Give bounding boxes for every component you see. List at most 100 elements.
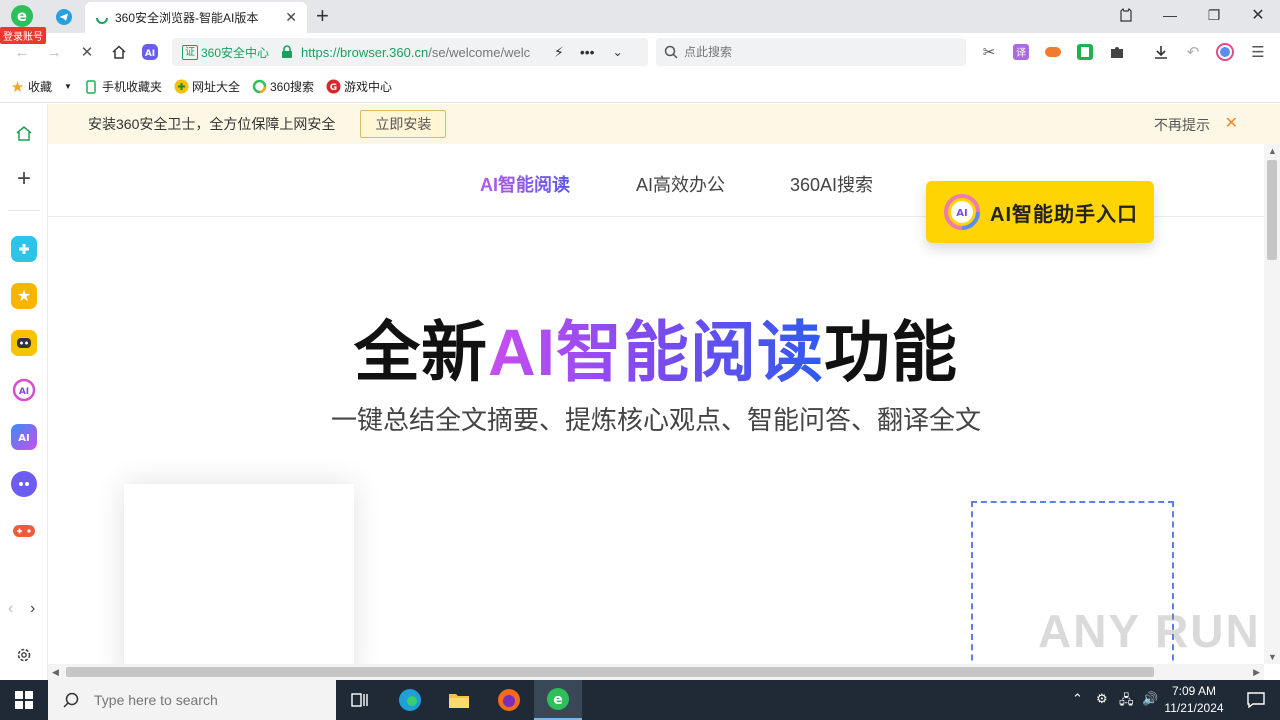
close-window-button[interactable]: ✕ bbox=[1236, 0, 1280, 30]
lock-icon bbox=[282, 45, 293, 58]
security-label: 360安全中心 bbox=[201, 45, 270, 60]
scroll-down-icon[interactable]: ▼ bbox=[1268, 652, 1277, 662]
install-now-button[interactable]: 立即安装 bbox=[360, 110, 447, 138]
back-button[interactable]: ← bbox=[11, 41, 33, 63]
ai-orb-icon: AI bbox=[944, 194, 980, 230]
nav-ai-office[interactable]: AI高效办公 bbox=[636, 171, 725, 197]
url-text[interactable]: https://browser.360.cn/se/welcome/welc bbox=[301, 45, 546, 60]
sidebar-favorites[interactable]: ★ bbox=[11, 283, 37, 309]
robot-icon bbox=[17, 338, 31, 348]
speed-mode-icon[interactable]: ⚡ bbox=[554, 44, 564, 61]
bookmark-360-search[interactable]: 360搜索 bbox=[252, 78, 314, 95]
sidebar-add[interactable]: + bbox=[11, 165, 37, 192]
translate-button[interactable]: 译 bbox=[1010, 41, 1032, 63]
menu-button[interactable]: ☰ bbox=[1247, 41, 1269, 63]
bookmark-favorites[interactable]: ★ 收藏 ▼ bbox=[10, 78, 72, 96]
bookmarks-bar: ★ 收藏 ▼ 手机收藏夹 网址大全 360搜索 G 游戏中心 bbox=[0, 71, 1280, 103]
task-view-button[interactable] bbox=[336, 680, 384, 720]
tab-close-icon[interactable]: ✕ bbox=[285, 9, 297, 26]
game-button[interactable] bbox=[1042, 41, 1064, 63]
more-options-icon[interactable]: ••• bbox=[580, 44, 595, 60]
svg-text:AI: AI bbox=[19, 387, 29, 397]
download-button[interactable] bbox=[1150, 41, 1172, 63]
reader-button[interactable] bbox=[1074, 41, 1096, 63]
scroll-right-icon[interactable]: ▶ bbox=[1253, 667, 1260, 678]
horizontal-scrollbar[interactable]: ◀ ▶ bbox=[48, 664, 1264, 680]
sidebar-games[interactable] bbox=[11, 518, 37, 544]
ai-sparkle-icon: AI bbox=[12, 378, 36, 402]
ai-assistant-button[interactable]: AI bbox=[139, 41, 161, 63]
taskbar-360-browser[interactable]: e bbox=[534, 680, 582, 720]
notification-icon bbox=[1247, 692, 1265, 708]
screenshot-button[interactable]: ✂ bbox=[978, 41, 1000, 63]
chevron-down-icon[interactable]: ▼ bbox=[64, 82, 72, 91]
taskbar-firefox[interactable] bbox=[485, 680, 533, 720]
vertical-scrollbar[interactable]: ▲ ▼ bbox=[1264, 144, 1280, 664]
sidebar-app-mini[interactable] bbox=[11, 236, 37, 262]
minimize-button[interactable]: — bbox=[1148, 0, 1192, 30]
stop-loading-button[interactable]: ✕ bbox=[76, 41, 98, 63]
360-browser-icon: e bbox=[547, 688, 569, 710]
nav-360-ai-search[interactable]: 360AI搜索 bbox=[790, 171, 873, 197]
hero-subtitle: 一键总结全文摘要、提炼核心观点、智能问答、翻译全文 bbox=[330, 405, 981, 435]
skin-icon[interactable] bbox=[1104, 0, 1148, 30]
bookmark-mobile-favorites[interactable]: 手机收藏夹 bbox=[84, 78, 162, 95]
undo-button[interactable]: ↶ bbox=[1182, 41, 1204, 63]
hero-title: 全新AI智能阅读功能 bbox=[354, 315, 958, 389]
network-icon[interactable]: 🖧 bbox=[1119, 691, 1134, 713]
home-icon bbox=[112, 45, 126, 59]
home-button[interactable] bbox=[108, 41, 130, 63]
forward-button[interactable]: → bbox=[43, 41, 65, 63]
login-badge[interactable]: 登录账号 bbox=[0, 27, 46, 44]
taskbar-search-input[interactable] bbox=[94, 692, 324, 708]
taskbar-clock[interactable]: 7:09 AM 11/21/2024 bbox=[1158, 683, 1230, 717]
sidebar-ai[interactable]: AI bbox=[11, 424, 37, 450]
taskbar-search[interactable] bbox=[48, 680, 336, 720]
book-icon bbox=[1077, 44, 1093, 60]
new-tab-button[interactable]: + bbox=[316, 3, 329, 29]
clock-date: 11/21/2024 bbox=[1164, 701, 1224, 715]
search-input[interactable] bbox=[684, 45, 944, 59]
restore-button[interactable]: ❐ bbox=[1192, 0, 1236, 30]
security-badge[interactable]: 证 360安全中心 bbox=[182, 44, 269, 61]
chevron-down-icon[interactable]: ⌄ bbox=[613, 45, 623, 59]
taskbar-edge[interactable] bbox=[386, 680, 434, 720]
sidebar-robot[interactable] bbox=[11, 330, 37, 356]
scroll-left-icon[interactable]: ◀ bbox=[52, 667, 59, 678]
notification-bar: 安装360安全卫士，全方位保障上网安全 立即安装 不再提示 ✕ bbox=[48, 104, 1280, 144]
volume-icon[interactable]: 🔊 bbox=[1142, 691, 1158, 707]
sidebar-divider bbox=[8, 210, 40, 211]
account-button[interactable] bbox=[1214, 41, 1236, 63]
sidebar-chat-bot[interactable] bbox=[11, 471, 37, 497]
tray-app-icon[interactable]: ⚙ bbox=[1096, 691, 1108, 707]
edge-icon bbox=[399, 689, 421, 711]
taskbar-file-explorer[interactable] bbox=[435, 680, 483, 720]
nav-ai-reading[interactable]: AI智能阅读 bbox=[480, 171, 570, 197]
sidebar-home[interactable] bbox=[11, 120, 37, 146]
vertical-scroll-thumb[interactable] bbox=[1267, 160, 1277, 260]
search-icon bbox=[664, 45, 678, 59]
tray-overflow-icon[interactable]: ⌃ bbox=[1072, 691, 1083, 707]
scroll-up-icon[interactable]: ▲ bbox=[1268, 146, 1277, 156]
bookmark-game-center[interactable]: G 游戏中心 bbox=[326, 78, 392, 95]
pinned-tab-telegram[interactable] bbox=[55, 8, 73, 26]
notification-center-button[interactable] bbox=[1232, 680, 1280, 720]
sidebar-ai-writer[interactable]: AI bbox=[11, 377, 37, 403]
address-bar[interactable]: 证 360安全中心 https://browser.360.cn/se/welc… bbox=[172, 38, 648, 66]
tab-active[interactable]: 360安全浏览器-智能AI版本 ✕ bbox=[85, 2, 307, 33]
ai-assistant-entry-button[interactable]: AI AI智能助手入口 bbox=[926, 181, 1154, 243]
horizontal-scroll-thumb[interactable] bbox=[66, 667, 1154, 677]
sidebar-prev-icon[interactable]: ‹ bbox=[8, 600, 13, 618]
sidebar-settings[interactable] bbox=[11, 642, 37, 668]
firefox-icon bbox=[498, 689, 520, 711]
home-icon bbox=[16, 126, 32, 141]
extensions-button[interactable] bbox=[1106, 41, 1128, 63]
start-button[interactable] bbox=[0, 680, 48, 720]
dont-show-again-link[interactable]: 不再提示 bbox=[1154, 115, 1210, 135]
bookmark-site-nav[interactable]: 网址大全 bbox=[174, 78, 240, 95]
gear-icon bbox=[17, 648, 31, 662]
search-box[interactable] bbox=[656, 38, 966, 66]
sidebar-next-icon[interactable]: › bbox=[30, 600, 35, 618]
svg-text:e: e bbox=[553, 692, 563, 708]
close-icon[interactable]: ✕ bbox=[1225, 113, 1238, 133]
